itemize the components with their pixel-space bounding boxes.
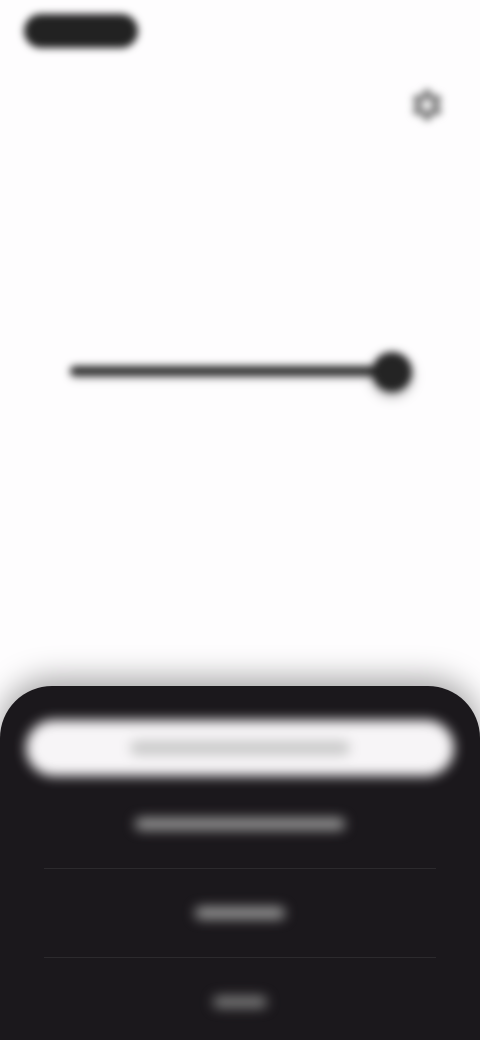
sheet-option-1[interactable] (26, 788, 454, 860)
gear-icon (408, 89, 446, 128)
sheet-option-3-label-bar (213, 996, 267, 1008)
primary-action-button[interactable] (26, 720, 454, 776)
sheet-option-2-label-bar (195, 907, 285, 919)
sheet-option-2[interactable] (26, 877, 454, 949)
slider-knob[interactable] (372, 352, 412, 392)
sheet-option-3[interactable] (26, 966, 454, 1038)
center-slider[interactable] (70, 344, 420, 396)
top-left-pill[interactable] (24, 14, 138, 48)
slider-track (70, 366, 400, 376)
sheet-divider-1 (44, 868, 436, 869)
bottom-sheet (0, 686, 480, 1040)
settings-gear-button[interactable] (408, 86, 446, 124)
sheet-divider-2 (44, 957, 436, 958)
primary-action-label-bar (130, 741, 350, 755)
top-left-pill-label (24, 14, 25, 15)
sheet-option-1-label-bar (135, 818, 345, 830)
